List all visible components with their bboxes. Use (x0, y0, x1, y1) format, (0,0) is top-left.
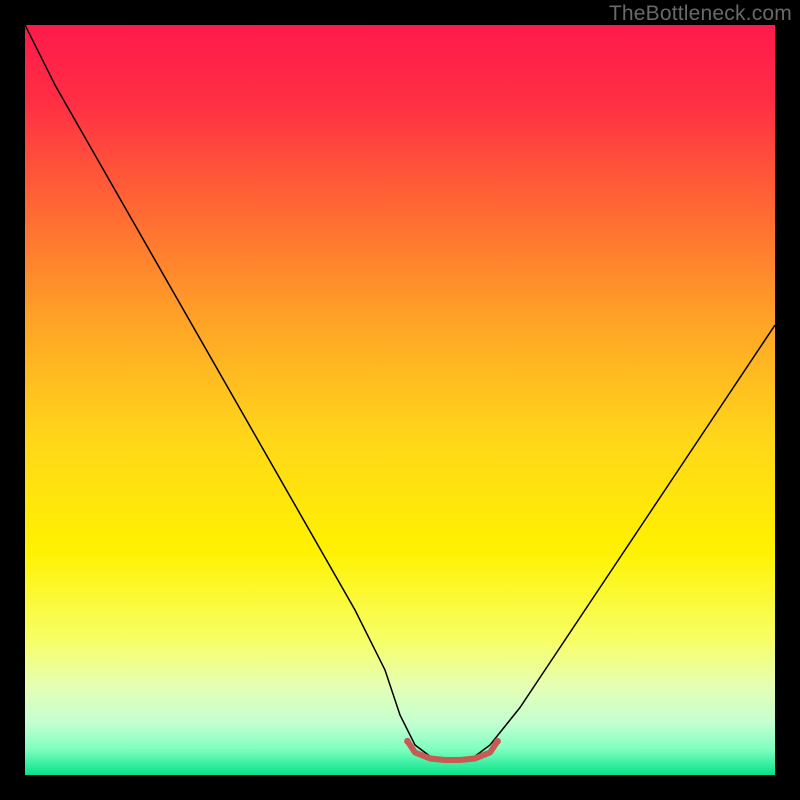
bottleneck-chart (25, 25, 775, 775)
optimal-marker-endpoint-left (404, 738, 411, 745)
chart-container: TheBottleneck.com (0, 0, 800, 800)
chart-background (25, 25, 775, 775)
optimal-marker-endpoint-right (494, 738, 501, 745)
watermark-text: TheBottleneck.com (609, 2, 792, 26)
